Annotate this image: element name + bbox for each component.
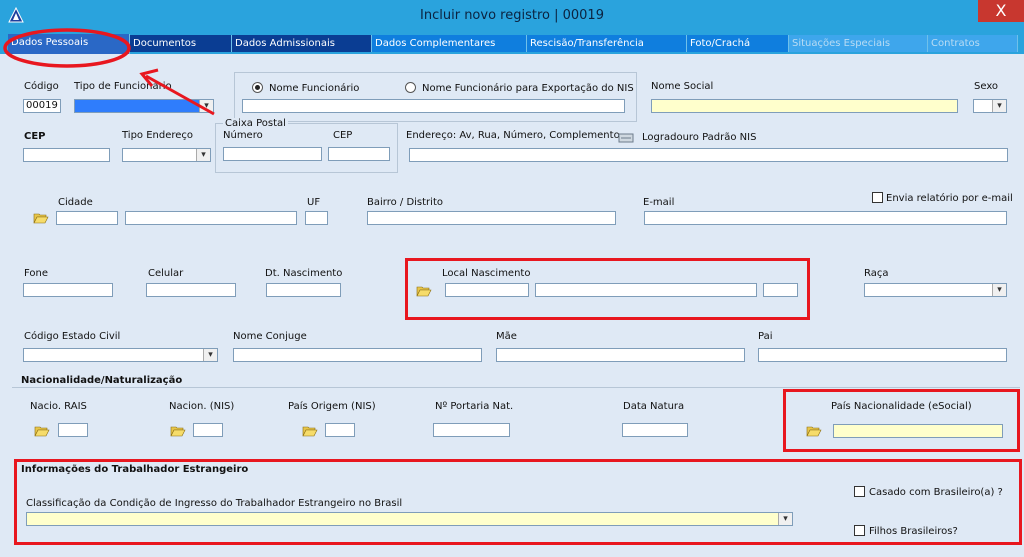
raca-label: Raça	[864, 268, 889, 279]
tab-foto-cracha[interactable]: Foto/Crachá	[687, 35, 789, 52]
chevron-down-icon[interactable]: ▾	[203, 349, 217, 361]
folder-open-icon[interactable]	[302, 425, 318, 437]
nacio-rais-label: Nacio. RAIS	[30, 401, 87, 412]
dt-nascimento-label: Dt. Nascimento	[265, 268, 343, 279]
celular-label: Celular	[148, 268, 184, 279]
annotation-box-estrangeiro	[14, 459, 1022, 545]
mae-label: Mãe	[496, 331, 517, 342]
cidade-nome-field[interactable]	[125, 211, 297, 225]
pais-origem-label: País Origem (NIS)	[288, 401, 376, 412]
folder-open-icon[interactable]	[34, 425, 50, 437]
data-natura-field[interactable]	[622, 423, 688, 437]
radio-nome-nis-label: Nome Funcionário para Exportação do NIS	[422, 83, 634, 94]
cp-numero-label: Número	[223, 130, 263, 141]
sexo-label: Sexo	[974, 81, 999, 92]
radio-nome-funcionario[interactable]	[252, 82, 263, 93]
radio-nome-funcionario-label: Nome Funcionário	[269, 83, 360, 94]
cidade-label: Cidade	[58, 197, 93, 208]
radio-nome-nis[interactable]	[405, 82, 416, 93]
cp-cep-field[interactable]	[328, 147, 390, 161]
bairro-field[interactable]	[367, 211, 616, 225]
conjuge-label: Nome Conjuge	[233, 331, 307, 342]
uf-label: UF	[307, 197, 321, 208]
logradouro-label: Logradouro Padrão NIS	[642, 132, 757, 143]
tab-rescisao[interactable]: Rescisão/Transferência	[527, 35, 687, 52]
pai-label: Pai	[758, 331, 773, 342]
tab-dados-admissionais[interactable]: Dados Admissionais	[232, 35, 372, 52]
close-button[interactable]: X	[978, 0, 1024, 22]
nome-option-group	[234, 72, 637, 122]
tab-contratos[interactable]: Contratos	[928, 35, 1018, 52]
nome-social-label: Nome Social	[651, 81, 714, 92]
nacion-nis-field[interactable]	[193, 423, 223, 437]
annotation-ellipse	[3, 28, 131, 68]
email-label: E-mail	[643, 197, 675, 208]
nacionalidade-divider	[12, 387, 1020, 388]
nome-funcionario-field[interactable]	[242, 99, 625, 113]
email-field[interactable]	[644, 211, 1007, 225]
raca-select[interactable]: ▾	[864, 283, 1007, 297]
annotation-box-pais-esocial	[783, 389, 1020, 452]
cidade-codigo-field[interactable]	[56, 211, 118, 225]
annotation-arrow	[139, 68, 215, 116]
estado-civil-label: Código Estado Civil	[24, 331, 121, 342]
celular-field[interactable]	[146, 283, 236, 297]
chevron-down-icon[interactable]: ▾	[196, 149, 210, 161]
envia-relatorio-checkbox[interactable]	[872, 192, 883, 203]
nacionalidade-section-label: Nacionalidade/Naturalização	[21, 375, 183, 386]
cp-numero-field[interactable]	[223, 147, 322, 161]
tab-documentos[interactable]: Documentos	[130, 35, 232, 52]
bairro-label: Bairro / Distrito	[367, 197, 443, 208]
tab-dados-complementares[interactable]: Dados Complementares	[372, 35, 527, 52]
uf-field[interactable]	[305, 211, 328, 225]
codigo-field[interactable]: 00019	[23, 99, 61, 113]
tipo-endereco-select[interactable]: ▾	[122, 148, 211, 162]
chevron-down-icon[interactable]: ▾	[992, 284, 1006, 296]
estado-civil-select[interactable]: ▾	[23, 348, 218, 362]
fone-field[interactable]	[23, 283, 113, 297]
conjuge-field[interactable]	[233, 348, 482, 362]
dt-nascimento-field[interactable]	[266, 283, 341, 297]
sexo-select[interactable]: ▾	[973, 99, 1007, 113]
pais-origem-field[interactable]	[325, 423, 355, 437]
logradouro-icon[interactable]	[618, 132, 634, 144]
pai-field[interactable]	[758, 348, 1007, 362]
mae-field[interactable]	[496, 348, 745, 362]
portaria-field[interactable]	[433, 423, 510, 437]
folder-open-icon[interactable]	[33, 212, 49, 224]
annotation-box-local-nascimento	[405, 258, 810, 320]
nacio-rais-field[interactable]	[58, 423, 88, 437]
tipo-endereco-label: Tipo Endereço	[122, 130, 194, 141]
endereco-field[interactable]	[409, 148, 1008, 162]
endereco-label: Endereço: Av, Rua, Número, Complemento	[406, 130, 620, 141]
portaria-label: Nº Portaria Nat.	[435, 401, 514, 412]
nacion-nis-label: Nacion. (NIS)	[169, 401, 235, 412]
cp-cep-label: CEP	[333, 130, 353, 141]
cep-label: CEP	[24, 131, 46, 142]
codigo-label: Código	[24, 81, 59, 92]
fone-label: Fone	[24, 268, 49, 279]
nome-social-field[interactable]	[651, 99, 958, 113]
folder-open-icon[interactable]	[170, 425, 186, 437]
cep-field[interactable]	[23, 148, 110, 162]
window-title: Incluir novo registro | 00019	[420, 8, 604, 23]
caixa-postal-label: Caixa Postal	[223, 118, 288, 129]
envia-relatorio-label: Envia relatório por e-mail	[886, 193, 1013, 204]
chevron-down-icon[interactable]: ▾	[992, 100, 1006, 112]
tab-situacoes-especiais[interactable]: Situações Especiais	[789, 35, 928, 52]
data-natura-label: Data Natura	[623, 401, 685, 412]
